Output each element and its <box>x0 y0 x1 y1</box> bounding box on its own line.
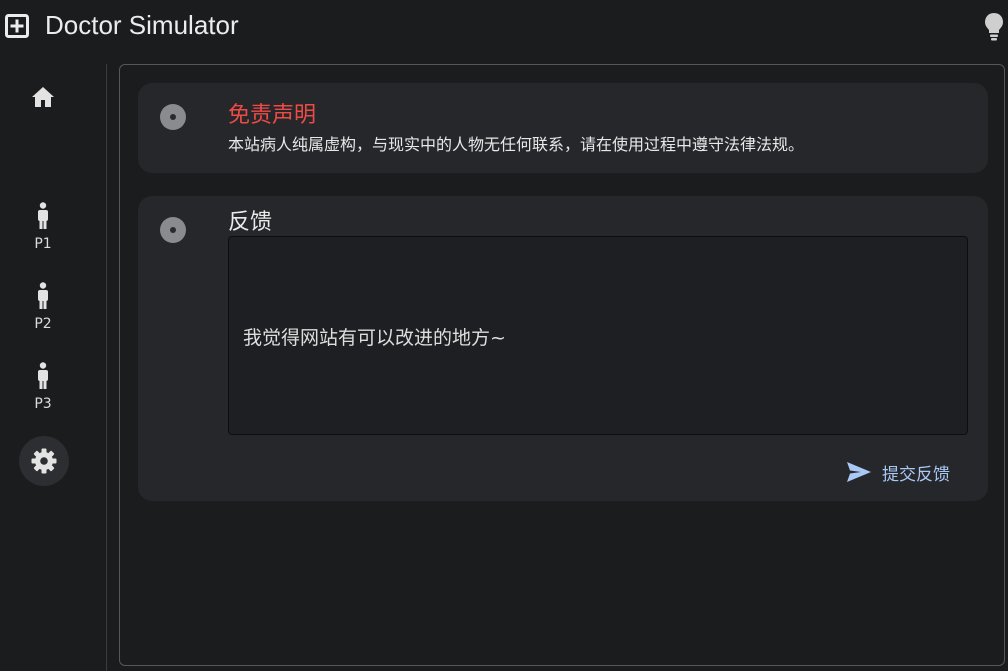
top-bar: Doctor Simulator <box>0 0 1008 52</box>
disclaimer-card: 免责声明 本站病人纯属虚构，与现实中的人物无任何联系，请在使用过程中遵守法律法规… <box>138 83 988 173</box>
submit-feedback-button[interactable]: 提交反馈 <box>838 457 958 487</box>
sidebar-nav: P1 P2 P3 <box>0 60 100 671</box>
disc-icon <box>160 217 186 243</box>
feedback-text-value: 我觉得网站有可以改进的地方~ <box>243 327 506 349</box>
sidebar-item-label: P1 <box>34 236 52 252</box>
sidebar-item-label: P3 <box>34 396 52 412</box>
sidebar-item-settings[interactable] <box>19 436 69 486</box>
medical-cross-icon <box>5 14 29 38</box>
disc-icon <box>160 104 186 130</box>
person-icon <box>38 282 48 309</box>
sidebar-item-home[interactable] <box>18 86 68 108</box>
person-icon <box>38 362 48 389</box>
feedback-textarea[interactable]: 我觉得网站有可以改进的地方~ <box>228 236 968 435</box>
person-icon <box>38 202 48 229</box>
sidebar-item-p2[interactable]: P2 <box>18 282 68 332</box>
sidebar-item-p1[interactable]: P1 <box>18 202 68 252</box>
submit-feedback-label: 提交反馈 <box>882 464 950 485</box>
disclaimer-text: 本站病人纯属虚构，与现实中的人物无任何联系，请在使用过程中遵守法律法规。 <box>228 135 805 154</box>
sidebar-item-label: P2 <box>34 316 52 332</box>
app-title: Doctor Simulator <box>45 10 239 40</box>
feedback-title: 反馈 <box>228 210 273 235</box>
lightbulb-icon[interactable] <box>984 12 1004 42</box>
settings-icon <box>31 448 57 474</box>
sidebar-divider <box>106 64 107 671</box>
feedback-card: 反馈 我觉得网站有可以改进的地方~ 提交反馈 <box>138 196 988 501</box>
sidebar-item-p3[interactable]: P3 <box>18 362 68 412</box>
disclaimer-title: 免责声明 <box>228 103 317 128</box>
main-panel: 免责声明 本站病人纯属虚构，与现实中的人物无任何联系，请在使用过程中遵守法律法规… <box>119 64 1005 666</box>
home-icon <box>32 87 54 107</box>
send-icon <box>847 462 871 482</box>
